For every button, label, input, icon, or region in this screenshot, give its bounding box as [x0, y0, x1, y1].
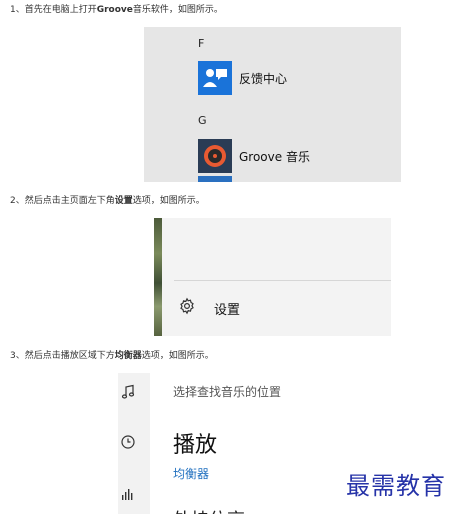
album-art-strip	[154, 218, 162, 336]
clock-icon[interactable]	[120, 434, 136, 450]
playback-settings-screenshot: 选择查找音乐的位置 播放 均衡器 外挂位亮	[118, 373, 353, 514]
next-tile-edge	[198, 176, 232, 182]
step-3-text: 3、然后点击播放区域下方均衡器选项，如图所示。	[10, 351, 214, 361]
equalizer-link[interactable]: 均衡器	[173, 465, 209, 482]
section-letter-f: F	[198, 37, 205, 50]
divider	[174, 280, 391, 281]
playback-heading: 播放	[173, 433, 218, 458]
groove-music-icon[interactable]	[198, 139, 232, 173]
start-menu-screenshot: F 反馈中心 G Groove 音乐	[144, 27, 401, 182]
settings-menu-item[interactable]: 设置	[214, 299, 240, 318]
feedback-hub-icon[interactable]	[198, 61, 232, 95]
equalizer-bars-icon[interactable]	[120, 486, 136, 502]
watermark-text: 最需教育	[346, 472, 446, 500]
nav-rail	[118, 373, 150, 514]
app-item-groove-music[interactable]: Groove 音乐	[239, 148, 310, 165]
next-section-heading: 外挂位亮	[173, 506, 245, 514]
music-location-link[interactable]: 选择查找音乐的位置	[173, 383, 281, 400]
gear-icon[interactable]	[178, 297, 196, 315]
app-item-feedback-hub[interactable]: 反馈中心	[239, 70, 287, 87]
step-2-text: 2、然后点击主页面左下角设置选项，如图所示。	[10, 196, 205, 206]
step-1-text: 1、首先在电脑上打开Groove音乐软件，如图所示。	[10, 5, 223, 15]
settings-screenshot: 设置	[154, 218, 391, 336]
music-note-icon[interactable]	[120, 384, 136, 400]
section-letter-g: G	[198, 114, 207, 127]
